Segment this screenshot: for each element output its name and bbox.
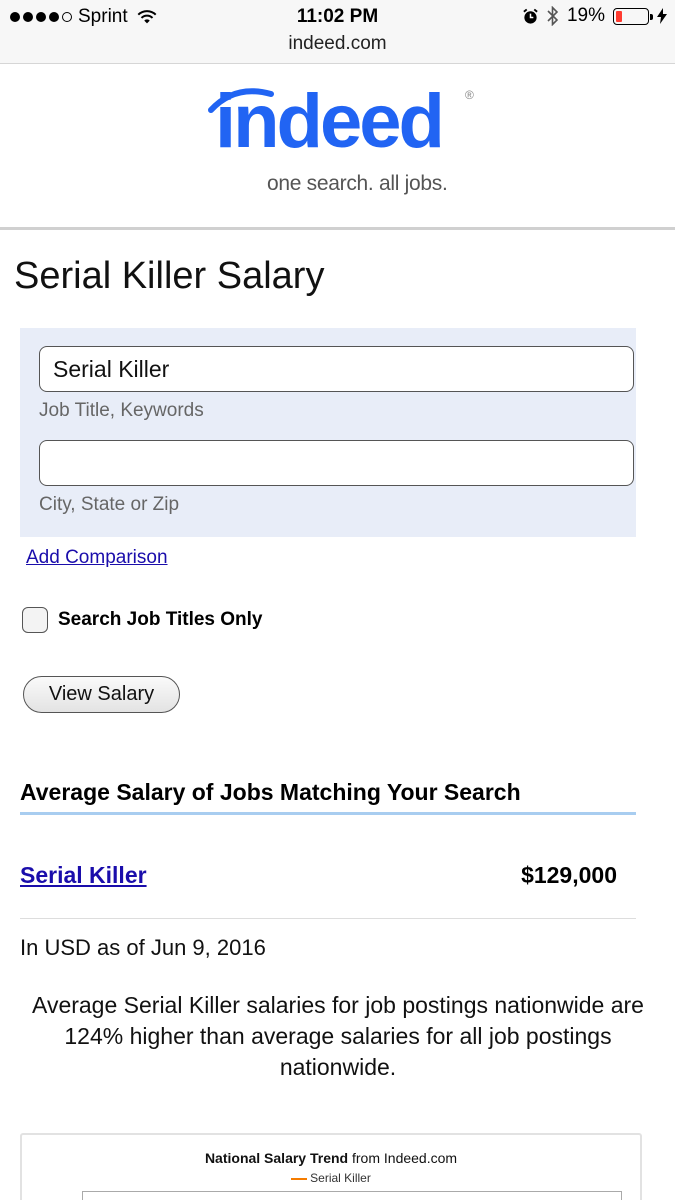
add-comparison-link[interactable]: Add Comparison — [26, 547, 168, 569]
indeed-logo[interactable]: indeed ® one search. all jobs. — [205, 82, 485, 202]
legend-label: Serial Killer — [310, 1171, 371, 1185]
chart-legend: Serial Killer — [22, 1171, 640, 1185]
titles-only-checkbox[interactable] — [22, 607, 48, 633]
status-right: 19% — [522, 5, 667, 27]
site-header: indeed ® one search. all jobs. — [0, 64, 675, 230]
chart-plot-area — [82, 1191, 622, 1200]
job-title-hint: Job Title, Keywords — [39, 400, 204, 421]
salary-search-form: Job Title, Keywords City, State or Zip — [20, 328, 636, 537]
battery-percent: 19% — [566, 5, 605, 26]
bluetooth-icon — [547, 6, 559, 26]
logo-wordmark: indeed — [215, 79, 445, 164]
chart-title-source: from Indeed.com — [348, 1150, 458, 1166]
job-title-input[interactable] — [39, 346, 634, 392]
chart-title-bold: National Salary Trend — [204, 1150, 349, 1166]
currency-date-note: In USD as of Jun 9, 2016 — [20, 935, 266, 960]
heading-divider — [20, 812, 636, 815]
chart-title: National Salary Trend from Indeed.com — [22, 1150, 640, 1166]
location-hint: City, State or Zip — [39, 494, 180, 515]
salary-trend-chart: National Salary Trend from Indeed.com Se… — [20, 1133, 642, 1200]
result-job-title-link[interactable]: Serial Killer — [20, 862, 147, 889]
result-divider — [20, 918, 636, 919]
legend-swatch — [291, 1177, 308, 1180]
salary-comparison-summary: Average Serial Killer salaries for job p… — [32, 992, 644, 1080]
status-bar: Sprint 11:02 PM 19% indeed.com — [0, 0, 675, 64]
battery-icon — [613, 7, 653, 25]
result-salary: $129,000 — [521, 862, 617, 888]
logo-tagline: one search. all jobs. — [267, 172, 448, 195]
address-bar[interactable]: indeed.com — [0, 33, 675, 55]
location-input[interactable] — [39, 440, 634, 486]
results-heading: Average Salary of Jobs Matching Your Sea… — [20, 779, 521, 805]
page-title: Serial Killer Salary — [14, 255, 325, 297]
titles-only-label[interactable]: Search Job Titles Only — [58, 609, 263, 631]
view-salary-button[interactable]: View Salary — [23, 676, 180, 713]
titles-only-option[interactable]: Search Job Titles Only — [22, 607, 263, 633]
charging-bolt-icon — [657, 8, 667, 24]
registered-mark: ® — [465, 88, 474, 102]
alarm-icon — [523, 8, 538, 24]
